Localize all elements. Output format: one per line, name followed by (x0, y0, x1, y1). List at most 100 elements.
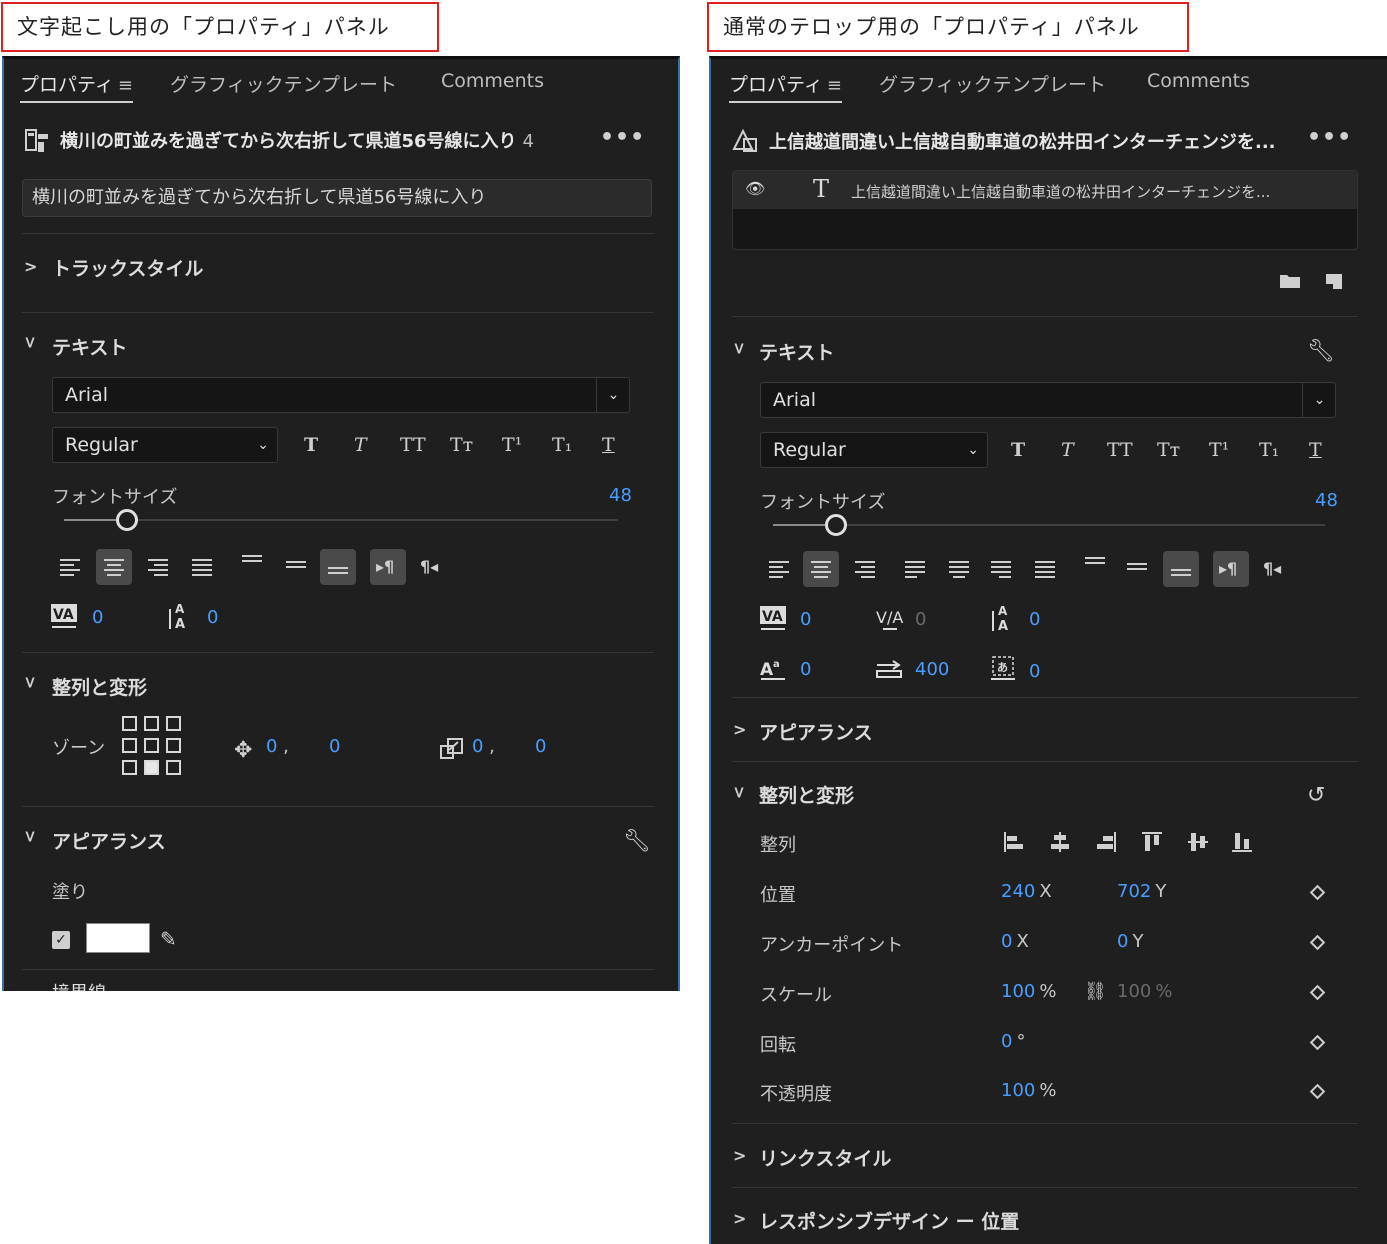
kerning-value[interactable]: 0 (800, 609, 811, 630)
font-style-dropdown[interactable]: Regular ⌄ (52, 427, 278, 463)
all-caps-button[interactable]: TT (400, 434, 426, 456)
chevron-right-icon[interactable]: > (24, 257, 37, 276)
subscript-button[interactable]: T₁ (552, 434, 572, 456)
baseline-shift-value[interactable]: 0 (800, 659, 811, 680)
more-options-icon[interactable]: ••• (1307, 125, 1352, 150)
section-appearance[interactable]: アピアランス (52, 827, 166, 854)
justify-button[interactable] (184, 549, 220, 585)
tab-properties[interactable]: プロパティ ≡ (20, 70, 133, 103)
position-x-value[interactable]: 0 , (266, 736, 289, 757)
font-family-dropdown[interactable]: Arial ⌄ (52, 377, 630, 413)
scale-keyframe-icon[interactable] (1309, 984, 1326, 1001)
wrench-icon[interactable]: 🔧︎ (623, 829, 651, 854)
superscript-button[interactable]: T¹ (1209, 439, 1229, 461)
opacity-keyframe-icon[interactable] (1309, 1083, 1326, 1100)
chevron-down-icon[interactable]: > (21, 336, 40, 349)
section-responsive-design-position[interactable]: レスポンシブデザイン ー 位置 (759, 1207, 1019, 1234)
align-left-button[interactable] (52, 549, 88, 585)
fill-checkbox[interactable]: ✓ (52, 931, 70, 949)
section-link-style[interactable]: リンクスタイル (759, 1144, 891, 1171)
font-size-value[interactable]: 48 (609, 485, 632, 506)
ltr-direction-button[interactable]: ▸¶ (1213, 551, 1249, 587)
section-stroke-partial[interactable]: 境界線 (52, 979, 106, 991)
rotation-field[interactable]: 0 ° (1001, 1031, 1025, 1052)
hamburger-menu-icon[interactable]: ≡ (118, 75, 133, 96)
chevron-down-icon[interactable]: > (730, 786, 749, 799)
opacity-field[interactable]: 100% (1001, 1080, 1056, 1101)
position-x-field[interactable]: 240 X (1001, 881, 1052, 902)
chevron-down-icon[interactable]: ⌄ (1302, 382, 1336, 418)
tab-width-value[interactable]: 400 (915, 659, 949, 680)
rtl-direction-button[interactable]: ¶◂ (1257, 551, 1293, 587)
chevron-down-icon[interactable]: > (730, 342, 749, 355)
underline-button[interactable]: T (1309, 439, 1322, 461)
tab-comments[interactable]: Comments (441, 70, 544, 92)
more-options-icon[interactable]: ••• (600, 125, 645, 150)
align-vertical-center-icon[interactable] (1187, 831, 1209, 858)
tsume-value[interactable]: 0 (1029, 661, 1040, 682)
subscript-button[interactable]: T₁ (1259, 439, 1279, 461)
scale-x-field[interactable]: 100% (1001, 981, 1056, 1002)
align-right-edge-icon[interactable] (1095, 831, 1117, 858)
wrench-icon[interactable]: 🔧︎ (1307, 339, 1335, 364)
all-caps-button[interactable]: TT (1107, 439, 1133, 461)
chevron-right-icon[interactable]: > (733, 1146, 746, 1165)
tab-graphic-templates[interactable]: グラフィックテンプレート (170, 70, 397, 97)
folder-icon[interactable] (1279, 273, 1301, 293)
faux-bold-button[interactable]: T (304, 434, 318, 456)
justify-last-left-button[interactable] (897, 551, 933, 587)
chevron-right-icon[interactable]: > (733, 1209, 746, 1228)
chevron-down-icon[interactable]: > (21, 830, 40, 843)
position-y-value[interactable]: 0 (329, 736, 340, 757)
section-appearance[interactable]: アピアランス (759, 718, 873, 745)
tab-comments[interactable]: Comments (1147, 70, 1250, 92)
chevron-right-icon[interactable]: > (733, 720, 746, 739)
align-top-edge-icon[interactable] (1141, 831, 1163, 858)
position-y-field[interactable]: 702 Y (1117, 881, 1166, 902)
section-track-style[interactable]: トラックスタイル (52, 254, 203, 281)
small-caps-button[interactable]: Tт (450, 434, 473, 456)
layer-list[interactable]: 👁︎ T 上信越道間違い上信越自動車道の松井田インターチェンジを... (732, 170, 1358, 250)
section-text[interactable]: テキスト (52, 333, 127, 360)
small-caps-button[interactable]: Tт (1157, 439, 1180, 461)
faux-italic-button[interactable]: T (1061, 439, 1074, 461)
anchor-y-field[interactable]: 0Y (1117, 931, 1143, 952)
scale-x-value[interactable]: 0 , (472, 736, 495, 757)
kerning-value[interactable]: 0 (92, 607, 103, 628)
justify-last-center-button[interactable] (941, 551, 977, 587)
justify-last-right-button[interactable] (983, 551, 1019, 587)
align-middle-button[interactable] (278, 551, 314, 587)
caption-text-field[interactable]: 横川の町並みを過ぎてから次右折して県道56号線に入り (22, 179, 652, 217)
anchor-x-field[interactable]: 0X (1001, 931, 1029, 952)
align-top-button[interactable] (234, 545, 270, 581)
font-size-slider-knob[interactable] (825, 514, 847, 536)
chevron-down-icon[interactable]: ⌄ (596, 377, 630, 413)
tab-properties[interactable]: プロパティ ≡ (729, 70, 842, 103)
font-family-dropdown[interactable]: Arial ⌄ (760, 382, 1336, 418)
font-size-value[interactable]: 48 (1315, 490, 1338, 511)
align-left-edge-icon[interactable] (1003, 831, 1025, 858)
hamburger-menu-icon[interactable]: ≡ (827, 75, 842, 96)
align-bottom-button[interactable] (1163, 551, 1199, 587)
rtl-direction-button[interactable]: ¶◂ (414, 549, 450, 585)
font-size-slider-track[interactable] (773, 524, 1325, 526)
font-size-slider-knob[interactable] (116, 509, 138, 531)
reset-icon[interactable]: ↺ (1307, 783, 1325, 808)
align-right-button[interactable] (847, 551, 883, 587)
align-bottom-button[interactable] (320, 549, 356, 585)
rotation-keyframe-icon[interactable] (1309, 1034, 1326, 1051)
leading-value[interactable]: 0 (1029, 609, 1040, 630)
eye-icon[interactable]: 👁︎ (745, 179, 765, 198)
scale-y-field[interactable]: 100% (1117, 981, 1172, 1002)
anchor-keyframe-icon[interactable] (1309, 934, 1326, 951)
superscript-button[interactable]: T¹ (502, 434, 522, 456)
ltr-direction-button[interactable]: ▸¶ (370, 549, 406, 585)
new-layer-icon[interactable] (1325, 273, 1343, 293)
position-keyframe-icon[interactable] (1309, 884, 1326, 901)
zone-grid[interactable] (122, 716, 186, 780)
tab-graphic-templates[interactable]: グラフィックテンプレート (879, 70, 1106, 97)
align-right-button[interactable] (140, 549, 176, 585)
font-style-dropdown[interactable]: Regular ⌄ (760, 432, 988, 468)
fill-color-swatch[interactable] (86, 923, 150, 953)
align-top-button[interactable] (1077, 547, 1113, 583)
